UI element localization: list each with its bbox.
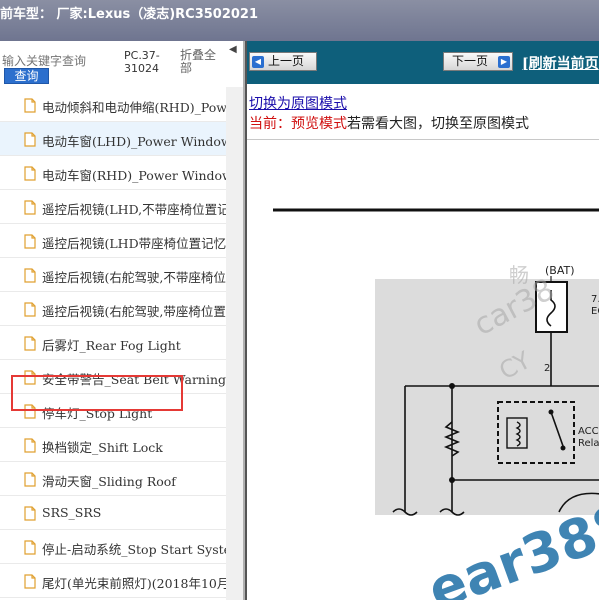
bat-label: (BAT) [545, 264, 575, 277]
document-icon [24, 438, 36, 453]
list-item-label: 停车灯_Stop Light [42, 406, 153, 421]
list-item[interactable]: 后雾灯_Rear Fog Light [0, 326, 226, 360]
sidebar: 查询 PC.37-31024 折叠全部 ◀ 电动倾斜和电动伸缩(RHD)_Pow… [0, 41, 245, 600]
list-item-label: 安全带警告_Seat Belt Warning [42, 372, 226, 387]
list-item-label: 遥控后视镜(右舵驾驶,不带座椅位 [42, 270, 226, 285]
mode-hint: 若需看大图，切换至原图模式 [347, 116, 529, 132]
code-label: PC.37-31024 [124, 49, 160, 75]
document-icon [24, 574, 36, 589]
list-item-label: 电动车窗(RHD)_Power Window(F [42, 168, 226, 183]
list-item-label: 滑动天窗_Sliding Roof [42, 474, 176, 489]
document-icon [24, 404, 36, 419]
list-item[interactable]: 滑动天窗_Sliding Roof [0, 462, 226, 496]
document-icon [24, 506, 36, 521]
document-icon [24, 302, 36, 317]
switch-original-mode-link[interactable]: 切换为原图模式 [249, 93, 347, 113]
list-item-label: 换档锁定_Shift Lock [42, 440, 163, 455]
main-panel: ◀ 上一页 下一页 ▶ [刷新当前页 切换为原图模式 当前：预览模式若需看大图，… [245, 41, 599, 600]
document-icon [24, 472, 36, 487]
document-icon [24, 268, 36, 283]
window-title: 前车型： 厂家:Lexus（凌志)RC3502021 [0, 0, 599, 41]
list-item[interactable]: 尾灯(单光束前照灯)(2018年10月 [0, 564, 226, 598]
pin-number: 2 [544, 363, 550, 374]
list-item-label: 尾灯(单光束前照灯)(2018年10月 [42, 576, 226, 591]
nav-bar: ◀ 上一页 下一页 ▶ [刷新当前页 [247, 41, 599, 84]
list-item[interactable]: 遥控后视镜(LHD,不带座椅位置记 [0, 190, 226, 224]
list-item[interactable]: 电动车窗(RHD)_Power Window(F [0, 156, 226, 190]
search-area: 查询 PC.37-31024 折叠全部 ◀ [0, 41, 245, 87]
relay-name: ACC [578, 426, 599, 437]
list-item-label: 停止-启动系统_Stop Start System [42, 542, 226, 557]
wiring-diagram[interactable]: (BAT) 7.5 EC 2 ACC Rela 畅 car38 CY ear38… [247, 140, 599, 600]
list-item[interactable]: 安全带警告_Seat Belt Warning [0, 360, 226, 394]
arrow-left-icon: ◀ [252, 56, 264, 68]
list-item[interactable]: 遥控后视镜(右舵驾驶,带座椅位置 [0, 292, 226, 326]
document-icon [24, 132, 36, 147]
document-icon [24, 540, 36, 555]
next-page-button[interactable]: 下一页 ▶ [443, 52, 513, 71]
prev-page-button[interactable]: ◀ 上一页 [249, 52, 317, 71]
list-item-label: 遥控后视镜(LHD带座椅位置记忆 [42, 236, 226, 251]
relay-name-2: Rela [578, 438, 599, 449]
list-item[interactable]: 遥控后视镜(右舵驾驶,不带座椅位 [0, 258, 226, 292]
list-item-label: SRS_SRS [42, 505, 102, 520]
mode-current: 当前：预览模式 [249, 116, 347, 132]
arrow-right-icon: ▶ [498, 56, 510, 68]
list-item-label: 遥控后视镜(右舵驾驶,带座椅位置 [42, 304, 226, 319]
list-item-label: 后雾灯_Rear Fog Light [42, 338, 181, 353]
collapse-all-link[interactable]: 折叠全部 [180, 49, 222, 75]
document-icon [24, 200, 36, 215]
list-item[interactable]: 电动车窗(LHD)_Power Window(L [0, 122, 226, 156]
list-item[interactable]: 电动倾斜和电动伸缩(RHD)_Power [0, 88, 226, 122]
list-item-label: 遥控后视镜(LHD,不带座椅位置记 [42, 202, 226, 217]
sidebar-list: 电动倾斜和电动伸缩(RHD)_Power 电动车窗(LHD)_Power Wind… [0, 88, 226, 598]
prev-page-label: 上一页 [268, 54, 305, 68]
list-item[interactable]: 停止-启动系统_Stop Start System [0, 530, 226, 564]
list-item[interactable]: SRS_SRS [0, 496, 226, 530]
mode-status: 当前：预览模式若需看大图，切换至原图模式 [249, 113, 529, 133]
fuse-name: EC [591, 306, 599, 317]
document-icon [24, 234, 36, 249]
list-item[interactable]: 遥控后视镜(LHD带座椅位置记忆 [0, 224, 226, 258]
document-icon [24, 370, 36, 385]
scroll-left-arrow-icon[interactable]: ◀ [229, 44, 237, 55]
next-page-label: 下一页 [452, 54, 489, 68]
refresh-page-link[interactable]: [刷新当前页 [522, 53, 599, 73]
search-button[interactable]: 查询 [4, 68, 49, 84]
document-icon [24, 98, 36, 113]
list-item-label: 电动车窗(LHD)_Power Window(L [42, 134, 226, 149]
list-item[interactable]: 换档锁定_Shift Lock [0, 428, 226, 462]
list-item[interactable]: 停车灯_Stop Light [0, 394, 226, 428]
document-icon [24, 166, 36, 181]
fuse-rating: 7.5 [591, 294, 599, 305]
list-item-label: 电动倾斜和电动伸缩(RHD)_Power [42, 100, 226, 115]
document-icon [24, 336, 36, 351]
